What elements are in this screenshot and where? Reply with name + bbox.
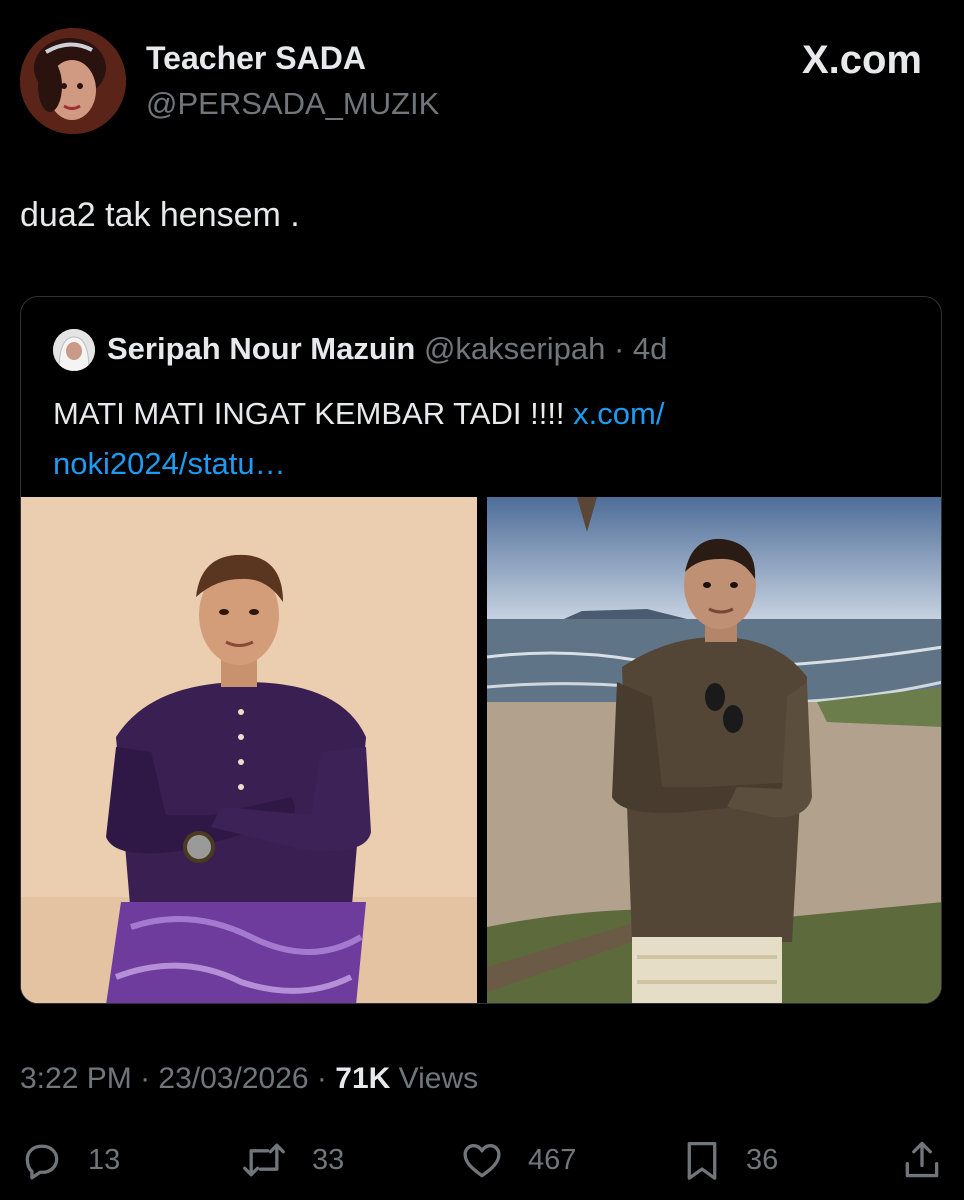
quoted-photo-left[interactable]: [21, 497, 477, 1003]
like-count: 467: [528, 1143, 577, 1176]
reply-count: 13: [88, 1143, 121, 1176]
tweet-time[interactable]: 3:22 PM: [20, 1062, 132, 1095]
quoted-photo-right[interactable]: [487, 497, 941, 1003]
quoted-tweet-card[interactable]: Seripah Nour Mazuin @kakseripah · 4d MAT…: [20, 296, 942, 1004]
bookmark-button[interactable]: 36: [682, 1138, 778, 1182]
heart-icon: [460, 1138, 504, 1182]
repost-count: 33: [312, 1143, 345, 1176]
like-button[interactable]: 467: [460, 1138, 576, 1182]
tweet-text: dua2 tak hensem .: [20, 196, 300, 234]
quoted-author-avatar[interactable]: [53, 329, 95, 371]
bookmark-icon: [682, 1138, 722, 1182]
author-avatar[interactable]: [20, 28, 126, 134]
quoted-text: MATI MATI INGAT KEMBAR TADI !!!! x.com/ …: [53, 389, 873, 489]
quoted-author-handle[interactable]: @kakseripah: [424, 331, 605, 366]
x-brand-logo: X.com: [801, 38, 922, 82]
share-button[interactable]: [900, 1138, 944, 1182]
tweet-meta: 3:22 PM · 23/03/2026 · 71K Views: [20, 1062, 478, 1096]
repost-icon: [240, 1138, 288, 1182]
quoted-separator: ·: [613, 331, 625, 366]
meta-separator-1: ·: [140, 1062, 151, 1095]
views-label: Views: [398, 1062, 479, 1095]
views-count: 71K: [335, 1062, 391, 1095]
quoted-author-name[interactable]: Seripah Nour Mazuin: [107, 331, 415, 366]
repost-button[interactable]: 33: [240, 1138, 344, 1182]
quoted-text-body: MATI MATI INGAT KEMBAR TADI !!!!: [53, 396, 574, 431]
reply-icon: [20, 1138, 64, 1182]
quoted-header: Seripah Nour Mazuin @kakseripah · 4d: [107, 331, 667, 367]
share-icon: [900, 1138, 944, 1182]
author-handle[interactable]: @PERSADA_MUZIK: [146, 86, 439, 122]
quoted-timestamp[interactable]: 4d: [633, 331, 667, 366]
tweet-date[interactable]: 23/03/2026: [158, 1062, 308, 1095]
bookmark-count: 36: [746, 1143, 779, 1176]
reply-button[interactable]: 13: [20, 1138, 120, 1182]
author-name[interactable]: Teacher SADA: [146, 40, 366, 77]
meta-separator-2: ·: [316, 1062, 327, 1095]
